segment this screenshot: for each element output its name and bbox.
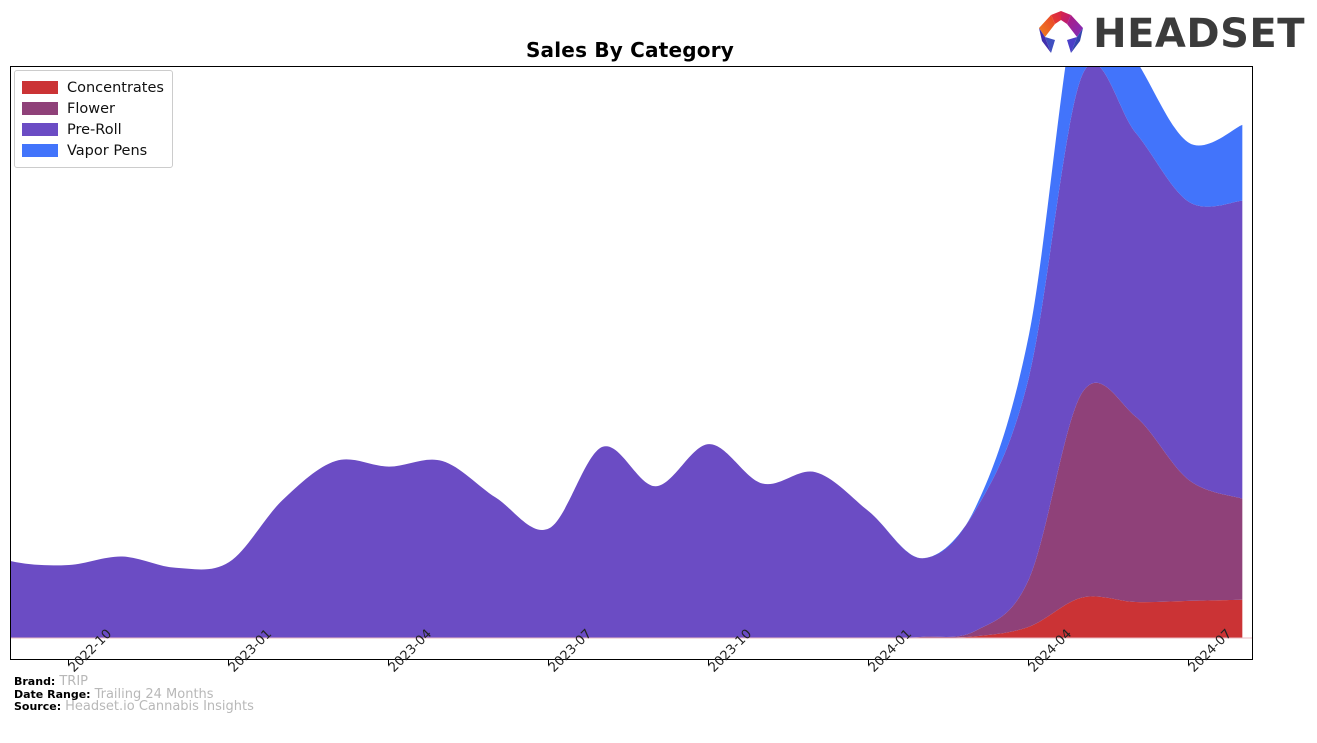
footer-key: Source:: [14, 700, 62, 713]
legend-item-label: Vapor Pens: [67, 142, 148, 159]
footer-row: Date Range: Trailing 24 Months: [14, 687, 254, 702]
legend-swatch-icon: [22, 102, 58, 115]
footer-row: Brand: TRIP: [14, 674, 254, 689]
footer-key: Brand:: [14, 675, 56, 688]
legend-swatch-icon: [22, 144, 58, 157]
legend-item[interactable]: Vapor Pens: [22, 140, 164, 161]
footer-value: Headset.io Cannabis Insights: [65, 699, 254, 714]
footer-row: Source: Headset.io Cannabis Insights: [14, 699, 254, 714]
legend-item-label: Pre-Roll: [67, 121, 122, 138]
brand-name: HEADSET: [1093, 11, 1305, 57]
legend-item-label: Concentrates: [67, 79, 164, 96]
headset-hexagon-logo-icon: [1036, 9, 1086, 59]
legend-item-label: Flower: [67, 100, 115, 117]
legend-item[interactable]: Concentrates: [22, 77, 164, 98]
chart-page: Sales By Category HEADSET 2022-10 2023-0…: [0, 0, 1317, 743]
stacked-area-chart: [11, 67, 1252, 639]
chart-legend: Concentrates Flower Pre-Roll Vapor Pens: [14, 70, 173, 168]
legend-swatch-icon: [22, 81, 58, 94]
legend-item[interactable]: Flower: [22, 98, 164, 119]
headset-logo: HEADSET: [1036, 9, 1305, 59]
legend-item[interactable]: Pre-Roll: [22, 119, 164, 140]
plot-area: [10, 66, 1253, 660]
legend-swatch-icon: [22, 123, 58, 136]
chart-footer: Brand: TRIP Date Range: Trailing 24 Months S…: [14, 674, 254, 714]
